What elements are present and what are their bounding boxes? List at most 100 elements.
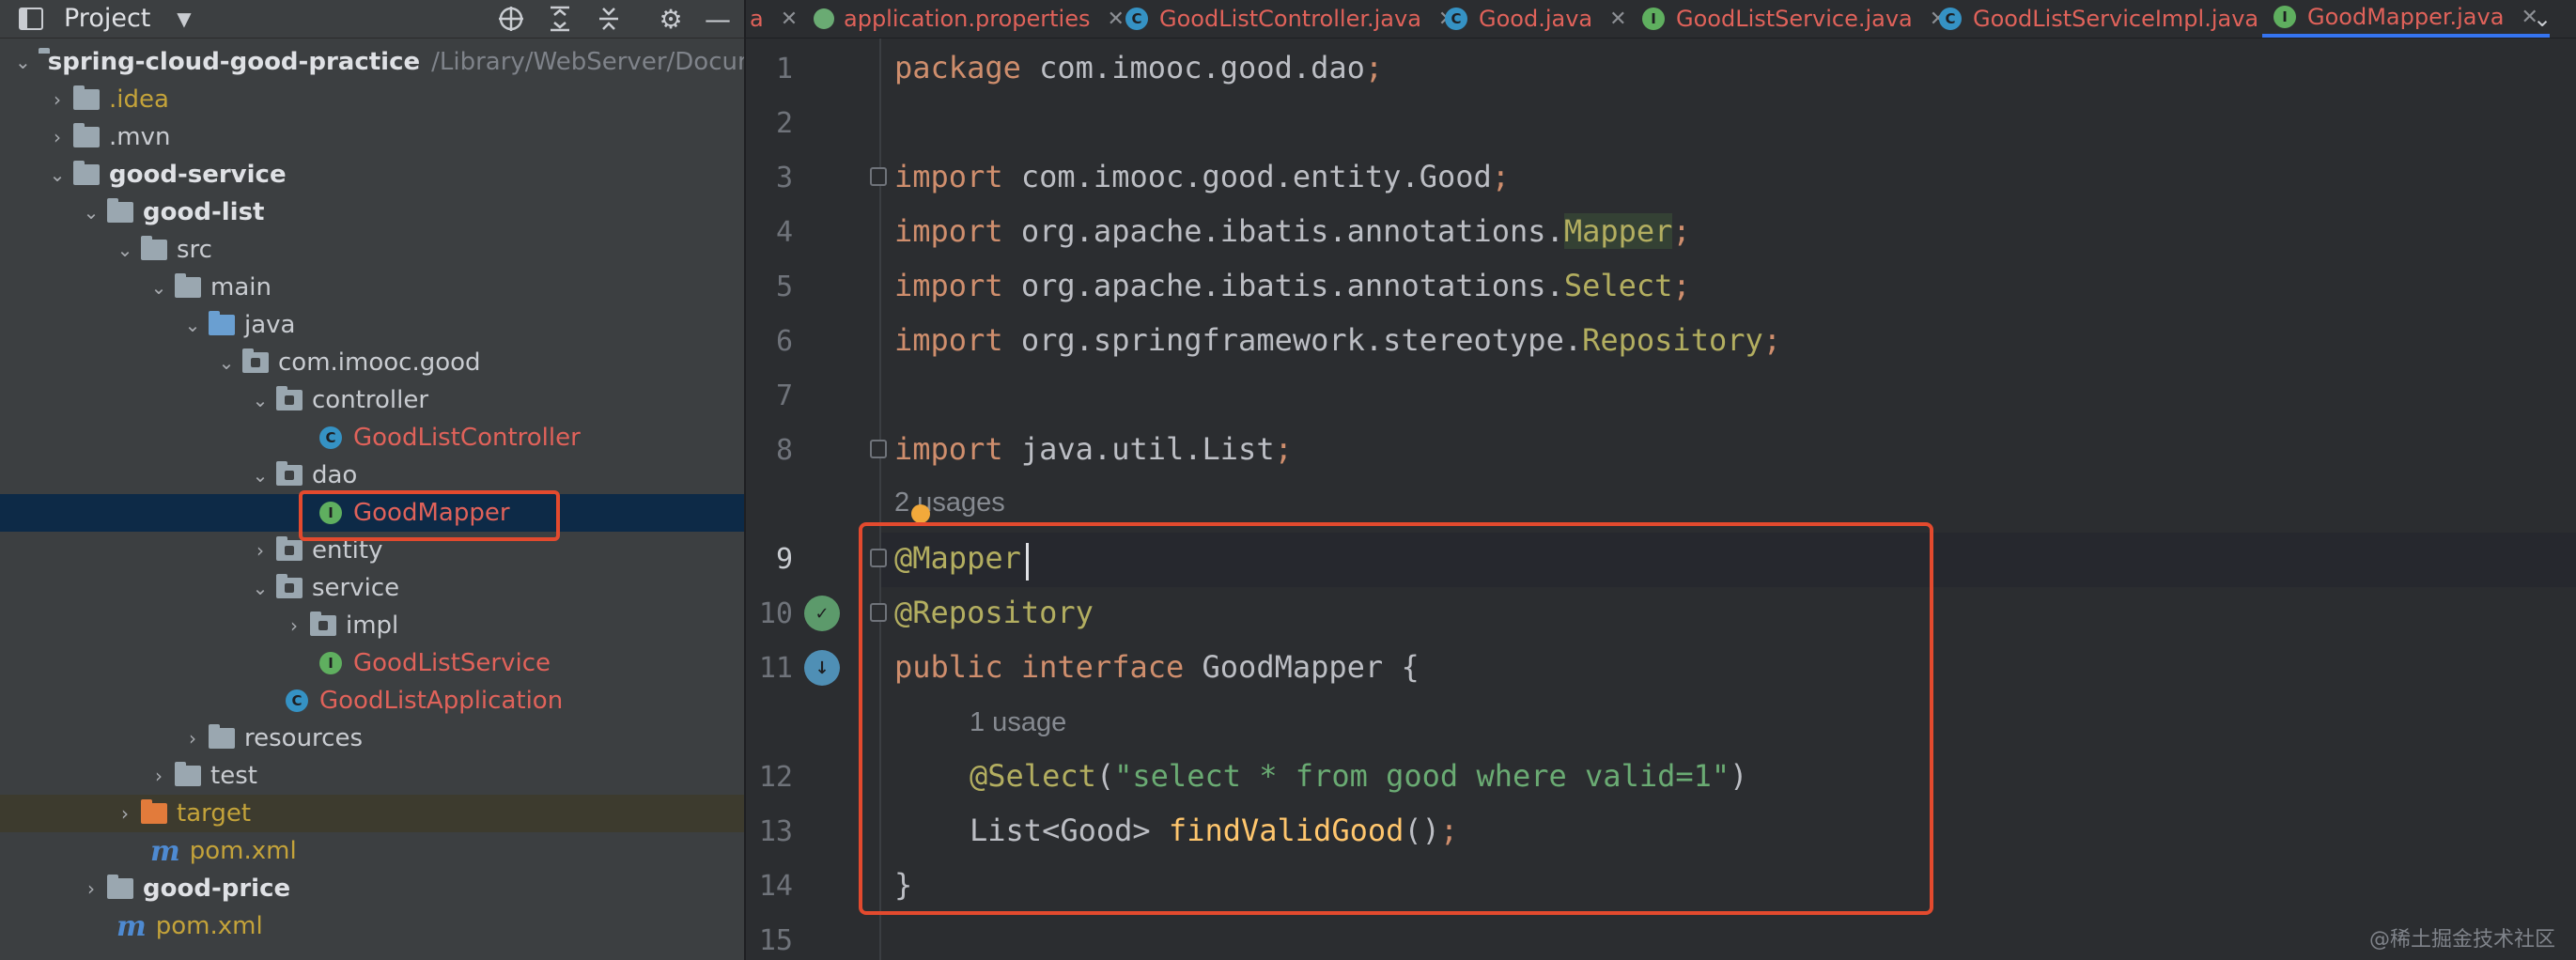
collapse-all-icon[interactable]: [590, 0, 628, 38]
code-line-3: import com.imooc.good.entity.Good;: [894, 159, 1511, 194]
spring-icon: [814, 8, 834, 29]
tree-item-impl[interactable]: › impl: [0, 607, 744, 644]
code-line-10: @Repository: [894, 595, 1094, 630]
chevron-down-icon[interactable]: ⌄: [252, 389, 269, 411]
tree-item-resources[interactable]: › resources: [0, 720, 744, 757]
tree-item-pom-list[interactable]: m pom.xml: [0, 832, 744, 870]
usages-hint[interactable]: 1 usage: [970, 707, 1066, 738]
chevron-right-icon[interactable]: ›: [49, 88, 66, 111]
chevron-down-icon[interactable]: ⌄: [2533, 6, 2552, 32]
tree-item-target[interactable]: › target: [0, 795, 744, 832]
tree-item-test[interactable]: › test: [0, 757, 744, 795]
tree-item-goodmapper[interactable]: I GoodMapper: [0, 494, 744, 532]
code-line-6: import org.springframework.stereotype.Re…: [894, 322, 1782, 358]
implemented-icon[interactable]: ↓: [804, 650, 840, 686]
tree-item-idea[interactable]: › .idea: [0, 81, 744, 118]
expand-all-icon[interactable]: [541, 0, 579, 38]
code-editor[interactable]: 1 2 3 4 5 6 7 8 9 10 11 12 13 14 15 ✓ ↓ …: [746, 39, 2576, 960]
folder-icon: [175, 762, 201, 786]
tree-item-src[interactable]: ⌄ src: [0, 231, 744, 269]
chevron-right-icon[interactable]: ›: [83, 877, 100, 900]
tree-item-dao[interactable]: ⌄ dao: [0, 457, 744, 494]
chevron-down-icon[interactable]: ⌄: [252, 577, 269, 599]
project-panel-header: Project ▼ ⚙ —: [0, 0, 744, 39]
line-number: 4: [775, 216, 793, 249]
fold-icon[interactable]: [870, 167, 887, 186]
package-icon: [276, 536, 303, 561]
chevron-down-icon[interactable]: ⌄: [49, 163, 66, 186]
line-number: 10: [758, 597, 793, 630]
line-number: 8: [775, 434, 793, 467]
chevron-down-icon[interactable]: ⌄: [150, 276, 167, 299]
line-number: 9: [775, 543, 793, 576]
tree-item-pom-service[interactable]: m pom.xml: [0, 907, 744, 945]
line-number: 12: [758, 761, 793, 794]
close-icon[interactable]: ✕: [1108, 8, 1125, 31]
maven-icon: m: [116, 909, 147, 943]
hide-panel-icon[interactable]: —: [699, 0, 737, 38]
tab-application-properties[interactable]: application.properties ✕: [814, 0, 1125, 38]
implemented-icon[interactable]: ✓: [804, 596, 840, 631]
excluded-folder-icon: [141, 799, 167, 824]
tree-item-goodlistcontroller[interactable]: C GoodListController: [0, 419, 744, 457]
tree-item-good-service[interactable]: ⌄ good-service: [0, 156, 744, 194]
tree-item-controller[interactable]: ⌄ controller: [0, 381, 744, 419]
tree-item-good-price[interactable]: › good-price: [0, 870, 744, 907]
tree-item-mvn[interactable]: › .mvn: [0, 118, 744, 156]
tree-item-good-list[interactable]: ⌄ good-list: [0, 194, 744, 231]
chevron-right-icon[interactable]: ›: [184, 727, 201, 750]
fold-icon[interactable]: [870, 603, 887, 622]
gear-icon[interactable]: ⚙: [652, 0, 690, 38]
chevron-down-icon[interactable]: ⌄: [83, 201, 100, 224]
package-icon: [276, 386, 303, 410]
chevron-down-icon[interactable]: ⌄: [15, 51, 31, 73]
chevron-right-icon[interactable]: ›: [252, 539, 269, 562]
close-icon[interactable]: ✕: [781, 8, 798, 31]
tab-truncated[interactable]: a ✕: [750, 0, 798, 38]
close-icon[interactable]: ✕: [1609, 8, 1626, 31]
tree-item-entity[interactable]: › entity: [0, 532, 744, 569]
project-panel-title[interactable]: Project: [64, 0, 150, 38]
line-number: 11: [758, 652, 793, 685]
chevron-down-icon[interactable]: ▼: [165, 0, 203, 38]
lightbulb-icon[interactable]: [911, 504, 930, 523]
tab-good[interactable]: C Good.java ✕: [1445, 0, 1627, 38]
tree-item-root[interactable]: ⌄ spring-cloud-good-practice /Library/We…: [0, 43, 744, 81]
chevron-right-icon[interactable]: ›: [49, 126, 66, 148]
chevron-right-icon[interactable]: ›: [286, 614, 303, 637]
chevron-right-icon[interactable]: ›: [150, 765, 167, 787]
code-line-13: List<Good> findValidGood();: [970, 813, 1459, 848]
fold-icon[interactable]: [870, 440, 887, 458]
tree-item-goodlistservice[interactable]: I GoodListService: [0, 644, 744, 682]
maven-icon: m: [150, 834, 180, 868]
project-view-icon[interactable]: [8, 0, 54, 38]
code-line-1: package com.imooc.good.dao;: [894, 50, 1384, 85]
tree-item-package[interactable]: ⌄ com.imooc.good: [0, 344, 744, 381]
chevron-down-icon[interactable]: ⌄: [184, 314, 201, 336]
locate-icon[interactable]: [492, 0, 530, 38]
chevron-down-icon[interactable]: ⌄: [218, 351, 235, 374]
tab-goodlistservice[interactable]: I GoodListService.java ✕: [1642, 0, 1947, 38]
code-line-5: import org.apache.ibatis.annotations.Sel…: [894, 268, 1691, 303]
tab-goodlistcontroller[interactable]: C GoodListController.java ✕: [1125, 0, 1455, 38]
interface-icon: I: [319, 502, 342, 524]
chevron-right-icon[interactable]: ›: [116, 802, 133, 825]
class-icon: C: [1125, 8, 1148, 30]
tab-overflow-button[interactable]: ⌄: [2533, 0, 2552, 38]
tree-item-main[interactable]: ⌄ main: [0, 269, 744, 306]
source-folder-icon: [209, 311, 235, 335]
package-icon: [242, 348, 269, 373]
module-folder-icon: [73, 161, 100, 185]
code-line-11: public interface GoodMapper {: [894, 649, 1420, 685]
line-number: 5: [775, 271, 793, 303]
tree-item-goodlistapplication[interactable]: C GoodListApplication: [0, 682, 744, 720]
chevron-down-icon[interactable]: ⌄: [116, 239, 133, 261]
resources-folder-icon: [209, 724, 235, 749]
tree-item-service[interactable]: ⌄ service: [0, 569, 744, 607]
tab-goodlistserviceimpl[interactable]: C GoodListServiceImpl.java ✕: [1939, 0, 2293, 38]
tree-item-java[interactable]: ⌄ java: [0, 306, 744, 344]
tab-goodmapper[interactable]: I GoodMapper.java ✕: [2262, 0, 2550, 38]
line-number: 3: [775, 162, 793, 194]
chevron-down-icon[interactable]: ⌄: [252, 464, 269, 487]
fold-icon[interactable]: [870, 549, 887, 567]
